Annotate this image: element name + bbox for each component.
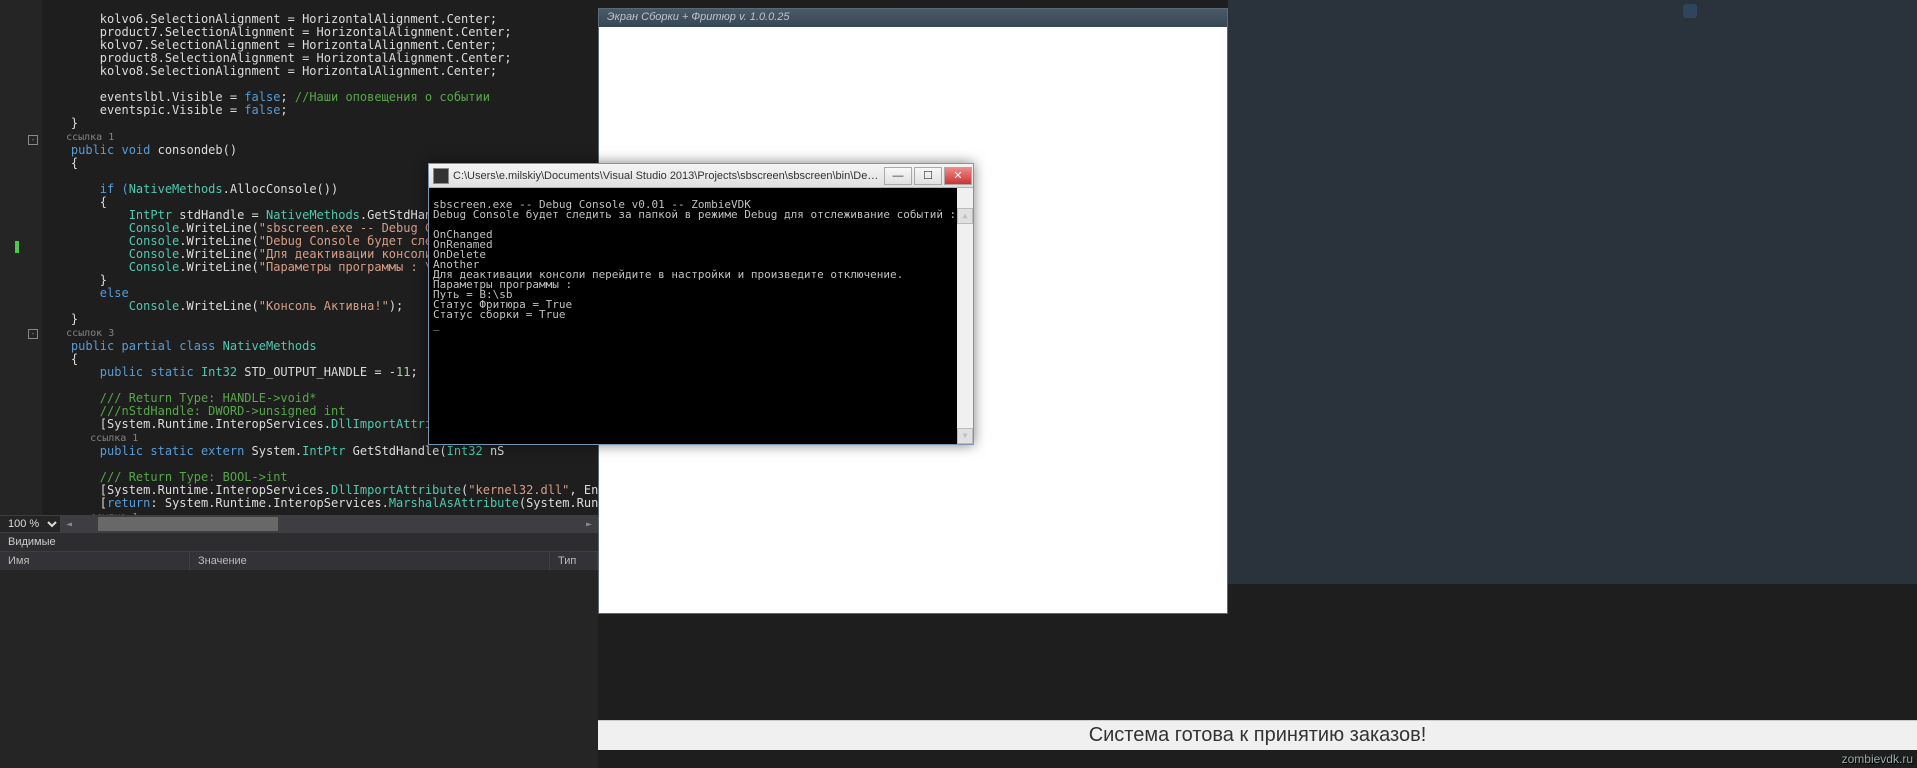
gutter: - - — [0, 0, 42, 515]
zoom-bar: 100 % ◄ ► — [0, 515, 598, 533]
fold-minus-icon[interactable]: - — [28, 329, 38, 339]
scroll-right-icon[interactable]: ► — [580, 515, 598, 533]
codelens-ref[interactable]: ссылка 1 — [42, 433, 138, 444]
scroll-up-icon[interactable]: ▲ — [957, 208, 973, 224]
console-titlebar[interactable]: C:\Users\e.milskiy\Documents\Visual Stud… — [429, 164, 973, 188]
locals-title: Видимые — [0, 533, 598, 551]
right-panel — [1228, 0, 1917, 584]
minimize-button[interactable]: — — [884, 167, 912, 185]
col-name[interactable]: Имя — [0, 552, 190, 570]
bookmark-marker[interactable] — [15, 241, 19, 253]
top-link[interactable] — [1683, 4, 1697, 18]
fold-minus-icon[interactable]: - — [28, 135, 38, 145]
console-icon — [433, 168, 449, 184]
app-titlebar[interactable]: Экран Сборки + Фритюр v. 1.0.0.25 — [599, 9, 1227, 27]
zoom-select[interactable]: 100 % — [0, 516, 60, 532]
horizontal-scrollbar[interactable] — [78, 515, 580, 533]
maximize-button[interactable]: ☐ — [914, 167, 942, 185]
console-body[interactable]: sbscreen.exe -- Debug Console v0.01 -- Z… — [429, 188, 973, 444]
locals-panel: Видимые Имя Значение Тип — [0, 533, 598, 768]
codelens-ref[interactable]: ссылка 1 — [42, 132, 114, 143]
console-window[interactable]: C:\Users\e.milskiy\Documents\Visual Stud… — [428, 163, 974, 445]
col-type[interactable]: Тип — [550, 552, 598, 570]
status-text: Система готова к принятию заказов! — [1089, 724, 1427, 747]
status-bar: Система готова к принятию заказов! — [598, 720, 1917, 750]
scroll-left-icon[interactable]: ◄ — [60, 515, 78, 533]
scroll-thumb[interactable] — [98, 517, 278, 531]
close-button[interactable]: ✕ — [944, 167, 972, 185]
link-icon — [1683, 4, 1697, 18]
scroll-down-icon[interactable]: ▼ — [957, 428, 973, 444]
watermark: zombievdk.ru — [1842, 752, 1913, 766]
console-title: C:\Users\e.milskiy\Documents\Visual Stud… — [453, 170, 883, 182]
locals-columns: Имя Значение Тип — [0, 551, 598, 570]
codelens-ref[interactable]: ссылок 3 — [42, 328, 114, 339]
console-scrollbar[interactable]: ▲ ▼ — [957, 188, 973, 444]
col-value[interactable]: Значение — [190, 552, 550, 570]
